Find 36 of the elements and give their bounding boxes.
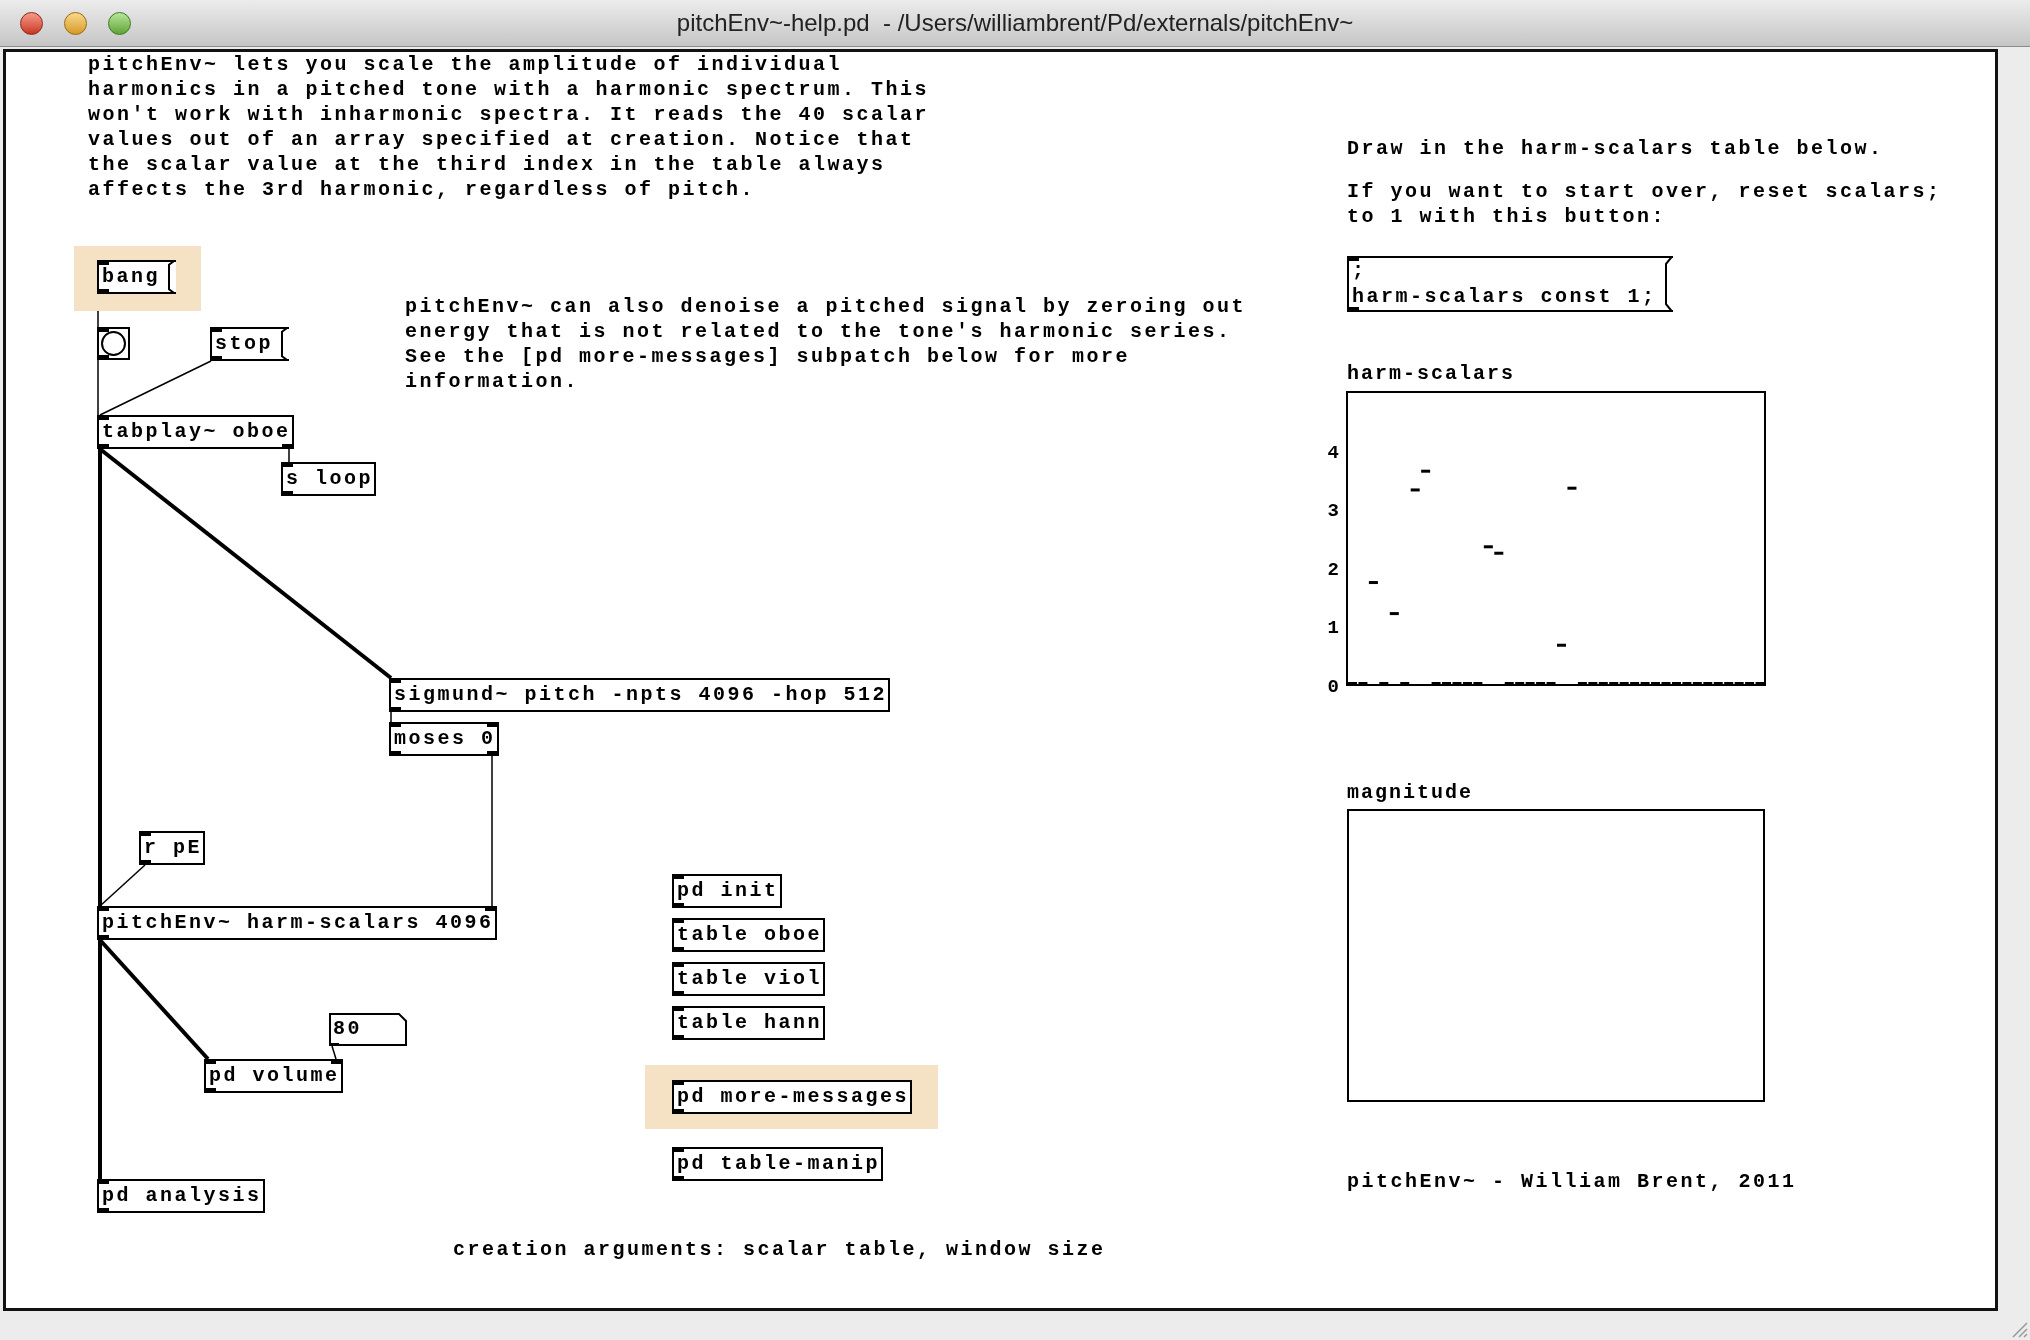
graph-label: magnitude [1347, 780, 1474, 805]
object-box: pd table-manip [672, 1147, 884, 1181]
axis-label: 4 [1327, 441, 1339, 464]
object-box: pd init [672, 874, 782, 908]
object-box: pd volume [204, 1059, 343, 1093]
bang-button[interactable] [97, 327, 130, 360]
message-box[interactable]: stop [210, 327, 289, 361]
patch-cord [331, 1045, 337, 1060]
window-title: pitchEnv~-help.pd - /Users/williambrent/Pd/externals/pitchEnv~ [676, 8, 1354, 38]
object-box: sigmund~ pitch -npts 4096 -hop 512 [389, 678, 891, 712]
object-box: pd analysis [97, 1179, 265, 1213]
message-box[interactable]: bang [97, 260, 176, 294]
zoom-icon[interactable] [108, 11, 131, 35]
object-box: tabplay~ oboe [97, 415, 294, 449]
object-box: table hann [672, 1006, 826, 1040]
object-box: moses 0 [389, 722, 499, 756]
object-box: pd more-messages [672, 1080, 913, 1114]
graph-label: harm-scalars [1347, 361, 1516, 386]
axis-label: 1 [1327, 617, 1339, 640]
close-icon[interactable] [20, 11, 43, 35]
object-box: pitchEnv~ harm-scalars 4096 [97, 906, 497, 940]
comment-text: creation arguments: scalar table, window size [453, 1237, 1106, 1262]
message-box[interactable]: ; harm-scalars const 1; [1347, 256, 1673, 312]
object-box: r pE [139, 831, 205, 865]
comment-text: pitchEnv~ lets you scale the amplitude of individual harmonics in a pitched tone with a harmonic spectrum. This won't work with inharmonic spectra. It reads the 40 scalar values out of an array specified at creation. Notice that the scalar value at the third index in the table always affects the 3rd harmonic, regardless of pitch. [88, 52, 931, 202]
comment-text: If you want to start over, reset scalars; to 1 with this button: [1347, 179, 1943, 229]
axis-label: 3 [1327, 500, 1339, 523]
comment-text: pitchEnv~ can also denoise a pitched signal by zeroing out energy that is not related to the tone's harmonic series. See the [pd more-messages] subpatch below for more information. [405, 294, 1248, 394]
number-box[interactable]: 80 [329, 1013, 407, 1046]
object-box: table oboe [672, 918, 826, 952]
object-box: table viol [672, 962, 826, 996]
minimize-icon[interactable] [64, 11, 87, 35]
axis-label: 0 [1327, 676, 1339, 696]
axis-label: 2 [1327, 558, 1339, 581]
comment-text: pitchEnv~ - William Brent, 2011 [1347, 1169, 1797, 1194]
comment-text: Draw in the harm-scalars table below. [1347, 136, 1884, 161]
